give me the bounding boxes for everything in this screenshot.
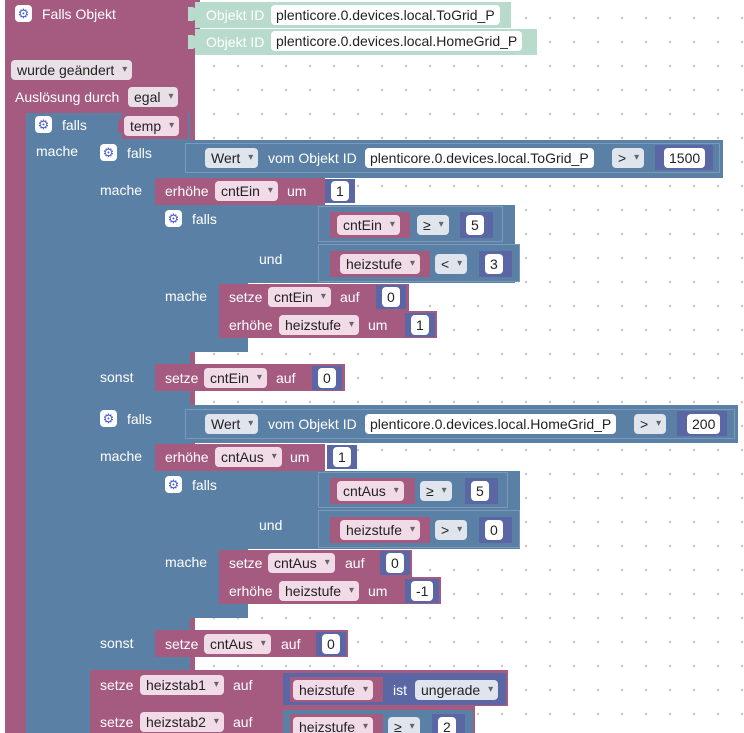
- inner-if-footer: [155, 338, 248, 352]
- compare-op-dropdown[interactable]: ≥: [417, 215, 449, 235]
- if-homegrid-sonst-label: sonst: [100, 635, 134, 651]
- if-togrid-mache-label: mache: [100, 182, 143, 198]
- vom-objekt-label: vom Objekt ID: [268, 416, 357, 432]
- set-verb: setze: [229, 555, 263, 571]
- compare-value[interactable]: 5: [471, 481, 489, 501]
- und-dropdown[interactable]: und: [259, 516, 282, 534]
- um-label: um: [368, 317, 388, 333]
- gear-icon[interactable]: ⚙: [100, 410, 117, 427]
- if-temp-mache-label: mache: [36, 143, 79, 159]
- und-dropdown[interactable]: und: [259, 250, 282, 268]
- compare-value[interactable]: 0: [485, 520, 503, 540]
- compare-op-dropdown[interactable]: ≥: [388, 717, 420, 733]
- threshold-value[interactable]: 1500: [664, 148, 706, 168]
- homegrid-object-field[interactable]: plenticore.0.devices.local.HomeGrid_P: [365, 414, 617, 434]
- set-verb: setze: [165, 370, 199, 386]
- inner-if-mache-label: mache: [165, 554, 208, 570]
- compare-op-dropdown[interactable]: <: [435, 254, 468, 274]
- inner-if-falls-label: falls: [192, 477, 217, 493]
- cause-dropdown[interactable]: egal: [128, 87, 179, 107]
- trigger-title: Falls Objekt: [42, 6, 116, 22]
- if-togrid-falls-label: falls: [127, 145, 152, 161]
- gear-icon[interactable]: ⚙: [165, 476, 182, 493]
- if-homegrid-mache-label: mache: [100, 448, 143, 464]
- um-label: um: [290, 449, 310, 465]
- inner-if-falls-label: falls: [192, 211, 217, 227]
- heizstufe-inc-dropdown[interactable]: heizstufe: [279, 315, 360, 335]
- ist-label: ist: [393, 682, 407, 698]
- auf-label: auf: [233, 714, 253, 730]
- gear-icon[interactable]: ⚙: [165, 210, 182, 227]
- set-value[interactable]: 0: [386, 553, 404, 573]
- heizstufe-compare-dropdown[interactable]: heizstufe: [340, 520, 421, 540]
- cntaus-compare-dropdown[interactable]: cntAus: [337, 481, 404, 501]
- cntein-compare-dropdown[interactable]: cntEin: [337, 215, 400, 235]
- if-temp-stem: [26, 140, 89, 733]
- object-id-label: Objekt ID: [206, 7, 265, 23]
- cntein-set-dropdown[interactable]: cntEin: [268, 287, 331, 307]
- gear-icon[interactable]: ⚙: [15, 5, 32, 22]
- set-verb: setze: [100, 714, 134, 730]
- object-id-value[interactable]: plenticore.0.devices.local.HomeGrid_P: [271, 31, 523, 51]
- vom-objekt-label: vom Objekt ID: [268, 150, 357, 166]
- set-verb: setze: [165, 636, 199, 652]
- if-temp-falls-label: falls: [62, 117, 87, 133]
- inner-if-footer: [155, 604, 248, 618]
- threshold-value[interactable]: 200: [687, 414, 721, 434]
- if-togrid-sonst-label: sonst: [100, 369, 134, 385]
- increment-verb: erhöhe: [165, 449, 209, 465]
- cntein-dropdown[interactable]: cntEin: [215, 181, 278, 201]
- increment-value[interactable]: -1: [411, 581, 434, 601]
- object-id-value[interactable]: plenticore.0.devices.local.ToGrid_P: [271, 5, 500, 25]
- auf-label: auf: [281, 636, 301, 652]
- heizstufe-compare-dropdown[interactable]: heizstufe: [293, 717, 374, 733]
- heizstab2-dropdown[interactable]: heizstab2: [140, 712, 224, 732]
- cntaus-set-dropdown[interactable]: cntAus: [268, 553, 335, 573]
- compare-value[interactable]: 2: [438, 717, 456, 733]
- compare-op-dropdown[interactable]: >: [612, 148, 645, 168]
- auf-label: auf: [340, 289, 360, 305]
- heizstufe-parity-dropdown[interactable]: heizstufe: [293, 680, 374, 700]
- increment-value[interactable]: 1: [411, 315, 429, 335]
- compare-op-dropdown[interactable]: ≥: [420, 481, 452, 501]
- inner-if-mache-label: mache: [165, 288, 208, 304]
- togrid-object-field[interactable]: plenticore.0.devices.local.ToGrid_P: [365, 148, 594, 168]
- um-label: um: [287, 183, 307, 199]
- auf-label: auf: [233, 677, 253, 693]
- um-label: um: [368, 583, 388, 599]
- heizstufe-compare-dropdown[interactable]: heizstufe: [340, 254, 421, 274]
- heizstab1-dropdown[interactable]: heizstab1: [140, 675, 224, 695]
- change-option-dropdown[interactable]: wurde geändert: [11, 60, 133, 80]
- gear-icon[interactable]: ⚙: [35, 116, 52, 133]
- cntaus-else-dropdown[interactable]: cntAus: [204, 634, 271, 654]
- cntaus-dropdown[interactable]: cntAus: [215, 447, 282, 467]
- compare-op-dropdown[interactable]: >: [435, 520, 468, 540]
- cntein-else-dropdown[interactable]: cntEin: [204, 368, 267, 388]
- if-homegrid-falls-label: falls: [127, 411, 152, 427]
- set-verb: setze: [100, 677, 134, 693]
- increment-value[interactable]: 1: [333, 447, 351, 467]
- gear-icon[interactable]: ⚙: [100, 144, 117, 161]
- compare-value[interactable]: 3: [485, 254, 503, 274]
- set-verb: setze: [229, 289, 263, 305]
- increment-verb: erhöhe: [229, 583, 273, 599]
- heizstufe-inc-dropdown[interactable]: heizstufe: [279, 581, 360, 601]
- compare-value[interactable]: 5: [466, 215, 484, 235]
- parity-dropdown[interactable]: ungerade: [415, 680, 499, 700]
- increment-verb: erhöhe: [165, 183, 209, 199]
- increment-verb: erhöhe: [229, 317, 273, 333]
- increment-value[interactable]: 1: [331, 181, 349, 201]
- wert-dropdown[interactable]: Wert: [205, 414, 259, 434]
- wert-dropdown[interactable]: Wert: [205, 148, 259, 168]
- cause-label: Auslösung durch: [15, 89, 120, 105]
- set-value[interactable]: 0: [322, 634, 340, 654]
- auf-label: auf: [345, 555, 365, 571]
- auf-label: auf: [276, 370, 296, 386]
- object-id-label: Objekt ID: [206, 34, 265, 50]
- compare-op-dropdown[interactable]: >: [634, 414, 667, 434]
- set-value[interactable]: 0: [318, 368, 336, 388]
- set-value[interactable]: 0: [382, 287, 400, 307]
- temp-variable-dropdown[interactable]: temp: [124, 116, 180, 136]
